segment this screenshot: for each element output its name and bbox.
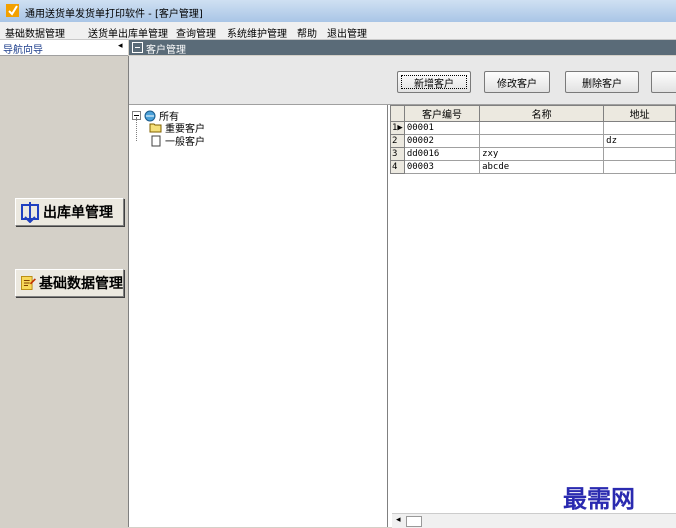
- outbound-management-label: 出库单管理: [43, 205, 113, 221]
- menu-bar: 基础数据管理 送货单出库单管理 查询管理 系统维护管理 帮助 退出管理: [0, 22, 676, 40]
- cell-code[interactable]: dd0016: [403, 147, 481, 161]
- more-button[interactable]: [651, 71, 676, 93]
- cell-name[interactable]: [479, 121, 605, 135]
- nav-header: 导航向导 ◂: [0, 40, 128, 56]
- nav-title: 导航向导: [3, 45, 43, 56]
- category-tree: 所有 重要客户 一般客户: [129, 105, 388, 527]
- cell-address[interactable]: [603, 121, 676, 135]
- delete-customer-label: 删除客户: [582, 78, 622, 90]
- minimize-icon[interactable]: [132, 42, 143, 53]
- scroll-thumb[interactable]: [406, 516, 422, 527]
- column-header-address[interactable]: 地址: [603, 105, 676, 122]
- delete-customer-button[interactable]: 删除客户: [565, 71, 639, 93]
- outbound-icon: [21, 202, 39, 223]
- add-customer-button[interactable]: 新增客户: [397, 71, 471, 93]
- toolbar: 新增客户 修改客户 删除客户: [129, 56, 676, 105]
- cell-code[interactable]: 00002: [403, 134, 481, 148]
- row-indicator-header: [390, 105, 405, 122]
- title-bar: 通用送货单发货单打印软件 - [客户管理]: [0, 0, 676, 23]
- nav-pane: 出库单管理 基础数据管理: [0, 56, 129, 527]
- cell-code[interactable]: 00001: [403, 121, 481, 135]
- cell-address[interactable]: dz: [603, 134, 676, 148]
- menu-basic-data[interactable]: 基础数据管理: [5, 25, 65, 40]
- row-number: 4: [390, 160, 405, 174]
- menu-system[interactable]: 系统维护管理: [227, 25, 287, 40]
- table-row[interactable]: 2 00002 dz: [390, 134, 676, 148]
- watermark: 最需网: [563, 484, 635, 513]
- basic-data-management-label: 基础数据管理: [39, 276, 123, 292]
- window-title: 通用送货单发货单打印软件 - [客户管理]: [25, 9, 203, 20]
- menu-help[interactable]: 帮助: [297, 25, 317, 40]
- outbound-management-button[interactable]: 出库单管理: [15, 198, 124, 226]
- cell-name[interactable]: abcde: [479, 160, 605, 174]
- column-header-code[interactable]: 客户编号: [403, 105, 481, 122]
- app-icon: [6, 4, 19, 17]
- basic-data-icon: [21, 276, 36, 290]
- basic-data-management-button[interactable]: 基础数据管理: [15, 269, 124, 297]
- table-row[interactable]: 3 dd0016 zxy: [390, 147, 676, 161]
- cell-address[interactable]: [603, 147, 676, 161]
- add-customer-label: 新增客户: [414, 78, 454, 90]
- open-folder-icon: [149, 123, 162, 132]
- table-row[interactable]: 1▶ 00001: [390, 121, 676, 135]
- collapse-nav-button[interactable]: ◂: [118, 41, 123, 51]
- menu-exit[interactable]: 退出管理: [327, 25, 367, 40]
- scroll-left-icon[interactable]: ◂: [396, 515, 401, 525]
- tree-node-general-label: 一般客户: [165, 137, 205, 148]
- column-header-name[interactable]: 名称: [479, 105, 605, 122]
- table-row[interactable]: 4 00003 abcde: [390, 160, 676, 174]
- cell-name[interactable]: zxy: [479, 147, 605, 161]
- menu-query[interactable]: 查询管理: [176, 25, 216, 40]
- tree-node-general[interactable]: 一般客户: [149, 133, 205, 148]
- cell-code[interactable]: 00003: [403, 160, 481, 174]
- row-number: 2: [390, 134, 405, 148]
- edit-customer-button[interactable]: 修改客户: [484, 71, 550, 93]
- customer-table: 客户编号 名称 地址 1▶ 00001 2 00002 dz 3 dd0016 …: [390, 105, 676, 174]
- cell-address[interactable]: [603, 160, 676, 174]
- row-number: 1▶: [390, 121, 405, 135]
- customer-grid: 客户编号 名称 地址 1▶ 00001 2 00002 dz 3 dd0016 …: [388, 105, 676, 527]
- content-title: 客户管理: [146, 45, 186, 56]
- edit-customer-label: 修改客户: [497, 78, 537, 90]
- menu-delivery[interactable]: 送货单出库单管理: [88, 25, 168, 40]
- row-number: 3: [390, 147, 405, 161]
- document-icon: [151, 135, 161, 146]
- cell-name[interactable]: [479, 134, 605, 148]
- content-header: 客户管理: [129, 40, 676, 56]
- horizontal-scrollbar[interactable]: ◂: [392, 513, 676, 528]
